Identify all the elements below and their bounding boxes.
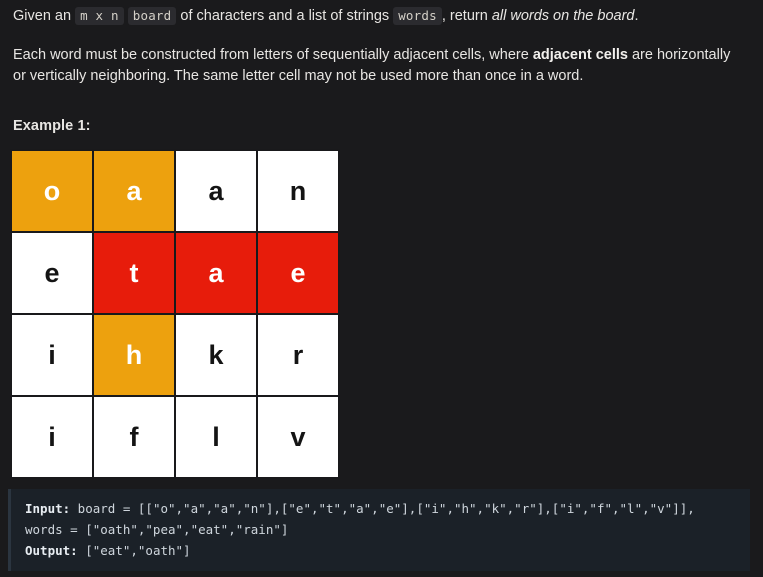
- output-value: ["eat","oath"]: [77, 543, 191, 558]
- example-io-code-block: Input: board = [["o","a","a","n"],["e","…: [8, 489, 750, 571]
- board-cell-r2-c0[interactable]: i: [10, 313, 94, 397]
- board-row: iflv: [10, 395, 340, 479]
- board-cell-r3-c2[interactable]: l: [174, 395, 258, 479]
- board-row: oaan: [10, 149, 340, 233]
- inline-code-words: words: [393, 7, 442, 25]
- p1-seg-period: .: [634, 8, 639, 24]
- board-cell-r3-c3[interactable]: v: [256, 395, 340, 479]
- example-heading: Example 1:: [13, 118, 91, 134]
- board-cell-r3-c0[interactable]: i: [10, 395, 94, 479]
- board-cell-r1-c1[interactable]: t: [92, 231, 176, 315]
- board-cell-r0-c3[interactable]: n: [256, 149, 340, 233]
- board-cell-r2-c3[interactable]: r: [256, 313, 340, 397]
- board-row: ihkr: [10, 313, 340, 397]
- board-cell-r0-c1[interactable]: a: [92, 149, 176, 233]
- problem-statement-paragraph-2: Each word must be constructed from lette…: [13, 27, 739, 87]
- board-cell-r3-c1[interactable]: f: [92, 395, 176, 479]
- p1-seg-middle: of characters and a list of strings: [180, 8, 390, 24]
- board-cell-r1-c3[interactable]: e: [256, 231, 340, 315]
- board-grid: oaanetaeihkriflv: [10, 149, 340, 479]
- p2-seg-a: Each word must be constructed from lette…: [13, 47, 529, 63]
- input-value: board = [["o","a","a","n"],["e","t","a",…: [25, 501, 703, 537]
- board-row: etae: [10, 231, 340, 315]
- board-cell-r2-c1[interactable]: h: [92, 313, 176, 397]
- p1-emphasis-all-words: all words on the board: [491, 8, 635, 24]
- problem-description-panel: Given an m x n board of characters and a…: [0, 0, 763, 577]
- output-label: Output:: [25, 543, 78, 558]
- board-cell-r2-c2[interactable]: k: [174, 313, 258, 397]
- board-cell-r0-c0[interactable]: o: [10, 149, 94, 233]
- board-grid-body: oaanetaeihkriflv: [10, 149, 340, 479]
- p1-seg-given: Given an: [13, 8, 72, 24]
- board-cell-r1-c2[interactable]: a: [174, 231, 258, 315]
- problem-statement-paragraph-1: Given an m x n board of characters and a…: [13, 0, 750, 27]
- inline-code-mxn: m x n: [75, 7, 124, 25]
- board-cell-r1-c0[interactable]: e: [10, 231, 94, 315]
- p2-bold-adjacent-cells: adjacent cells: [532, 47, 628, 63]
- board-cell-r0-c2[interactable]: a: [174, 149, 258, 233]
- input-label: Input:: [25, 501, 71, 516]
- inline-code-board: board: [127, 7, 177, 25]
- p1-seg-return: , return: [441, 8, 488, 24]
- board-grid-container: oaanetaeihkriflv: [10, 149, 750, 479]
